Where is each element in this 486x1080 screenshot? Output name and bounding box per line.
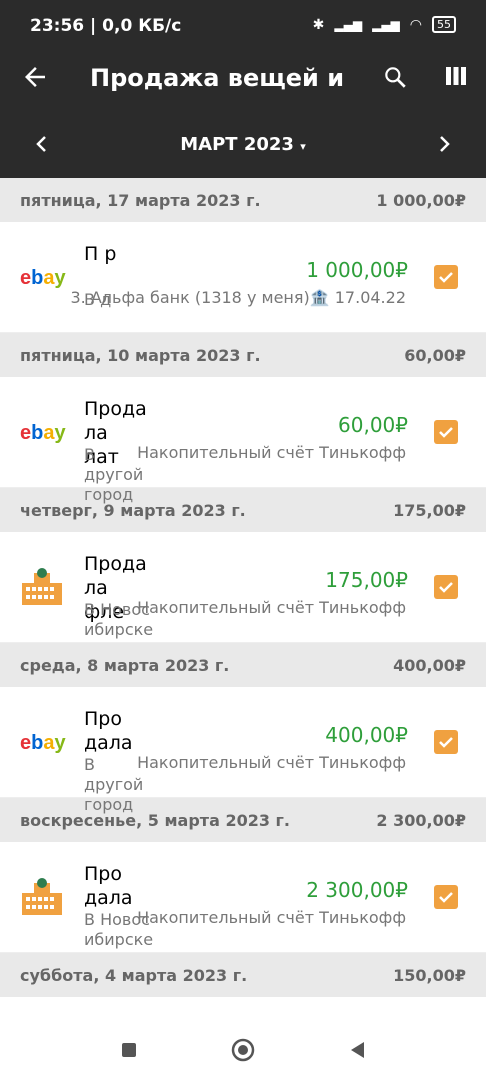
transaction-amount: 60,00₽: [338, 413, 408, 437]
transaction-name: Про дала: [84, 863, 133, 909]
city-building-icon: [20, 567, 64, 607]
battery-icon: 55: [432, 16, 456, 33]
transaction-account: Накопительный счёт Тинькофф: [137, 908, 406, 927]
transaction-account: Накопительный счёт Тинькофф: [137, 598, 406, 617]
month-selector: МАРТ 2023 ▾: [0, 112, 486, 178]
section-date: пятница, 10 марта 2023 г.: [20, 345, 261, 365]
chevron-right-icon[interactable]: [432, 132, 456, 156]
month-label[interactable]: МАРТ 2023 ▾: [0, 134, 486, 155]
section-total: 1 000,00₽: [376, 190, 466, 210]
date-section-header: среда, 8 марта 2023 г. 400,00₽: [0, 643, 486, 687]
city-building-icon: [20, 877, 64, 917]
svg-text:ebay: ebay: [20, 422, 66, 444]
status-time: 23:56 | 0,0 КБ/с: [30, 16, 182, 36]
columns-icon[interactable]: [444, 64, 468, 88]
recent-apps-button[interactable]: [117, 1038, 141, 1062]
transaction-name: П р: [84, 243, 117, 265]
transaction-row[interactable]: Прода ла фле В Новос ибирске 175,00₽ Накопи…: [0, 532, 486, 643]
date-section-header: воскресенье, 5 марта 2023 г. 2 300,00₽: [0, 798, 486, 842]
status-icons: ✱ ▂▄▆ ▂▄▆ ◠ 55: [313, 16, 456, 33]
ebay-logo-icon: ebay: [20, 257, 66, 297]
transaction-amount: 175,00₽: [325, 568, 408, 592]
section-total: 400,00₽: [393, 655, 466, 675]
search-icon[interactable]: [382, 64, 408, 90]
section-date: среда, 8 марта 2023 г.: [20, 655, 230, 675]
transaction-account: Накопительный счёт Тинькофф: [137, 443, 406, 462]
checkbox-checked-icon[interactable]: [434, 265, 458, 289]
section-total: 2 300,00₽: [376, 810, 466, 830]
date-section-header: суббота, 4 марта 2023 г. 150,00₽: [0, 953, 486, 997]
section-total: 150,00₽: [393, 965, 466, 985]
checkbox-checked-icon[interactable]: [434, 575, 458, 599]
transaction-list: пятница, 17 марта 2023 г. 1 000,00₽ ebay П …: [0, 178, 486, 1020]
transaction-row[interactable]: ebay Про дала В другой город 400,00₽ Накопит…: [0, 687, 486, 814]
back-arrow-icon[interactable]: [20, 62, 50, 92]
transaction-row[interactable]: ebay Прода ла лат В другой город 60,00₽ Нако…: [0, 377, 486, 504]
ebay-logo-icon: ebay: [20, 722, 66, 762]
svg-text:ebay: ebay: [20, 267, 66, 289]
section-date: пятница, 17 марта 2023 г.: [20, 190, 261, 210]
transaction-account: Накопительный счёт Тинькофф: [137, 753, 406, 772]
transaction-account: 3. Альфа банк (1318 у меня)🏦 17.04.22: [70, 288, 406, 307]
home-button[interactable]: [231, 1038, 255, 1062]
back-button[interactable]: [345, 1038, 369, 1062]
checkbox-checked-icon[interactable]: [434, 885, 458, 909]
section-total: 60,00₽: [404, 345, 466, 365]
date-section-header: пятница, 10 марта 2023 г. 60,00₽: [0, 333, 486, 377]
signal-icon: ▂▄▆: [334, 17, 363, 32]
system-nav-bar: [0, 1020, 486, 1080]
section-total: 175,00₽: [393, 500, 466, 520]
section-date: суббота, 4 марта 2023 г.: [20, 965, 248, 985]
transaction-row[interactable]: Про дала В Новос ибирске 2 300,00₽ Накопите…: [0, 842, 486, 953]
wifi-icon: ◠: [409, 16, 422, 33]
date-section-header: пятница, 17 марта 2023 г. 1 000,00₽: [0, 178, 486, 222]
signal-icon: ▂▄▆: [372, 17, 400, 32]
transaction-row[interactable]: ebay П рВ д1 000,00₽ 3. Альфа банк (1318 у…: [0, 222, 486, 333]
status-bar: 23:56 | 0,0 КБ/с ✱ ▂▄▆ ▂▄▆ ◠ 55: [0, 0, 486, 42]
date-section-header: четверг, 9 марта 2023 г. 175,00₽: [0, 488, 486, 532]
page-title: Продажа вещей и т...: [90, 64, 350, 92]
checkbox-checked-icon[interactable]: [434, 730, 458, 754]
transaction-row[interactable]: ebayПро: [0, 997, 486, 1020]
section-date: воскресенье, 5 марта 2023 г.: [20, 810, 290, 830]
transaction-amount: 400,00₽: [325, 723, 408, 747]
app-bar: Продажа вещей и т...: [0, 42, 486, 112]
checkbox-checked-icon[interactable]: [434, 420, 458, 444]
ebay-logo-icon: ebay: [20, 412, 66, 452]
bluetooth-icon: ✱: [312, 16, 325, 33]
transaction-name: Про дала: [84, 708, 133, 754]
svg-text:ebay: ebay: [20, 732, 66, 754]
transaction-amount: 1 000,00₽: [306, 258, 408, 282]
transaction-amount: 2 300,00₽: [306, 878, 408, 902]
